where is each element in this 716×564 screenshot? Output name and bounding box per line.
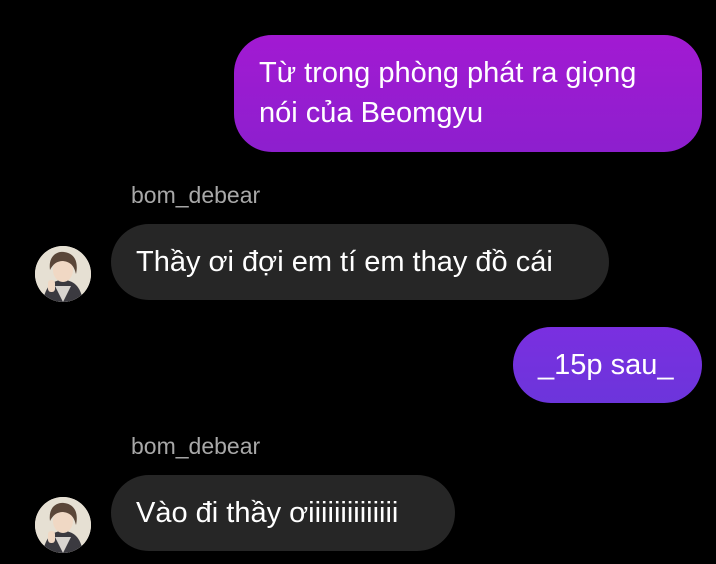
profile-photo-icon: [35, 497, 91, 553]
sender-username[interactable]: bom_debear: [131, 432, 260, 460]
profile-photo-icon: [35, 246, 91, 302]
avatar[interactable]: [35, 497, 91, 553]
sender-username[interactable]: bom_debear: [131, 181, 260, 209]
avatar[interactable]: [35, 246, 91, 302]
message-text: _15p sau_: [538, 349, 674, 381]
message-text: Từ trong phòng phát ra giọng nói của Beo…: [259, 57, 637, 129]
message-text: Vào đi thầy ơiiiiiiiiiiiiii: [136, 497, 399, 529]
message-bubble-outgoing[interactable]: Từ trong phòng phát ra giọng nói của Beo…: [234, 35, 702, 152]
message-bubble-incoming[interactable]: Thầy ơi đợi em tí em thay đồ cái: [111, 224, 609, 300]
message-bubble-incoming[interactable]: Vào đi thầy ơiiiiiiiiiiiiii: [111, 475, 455, 551]
message-bubble-outgoing[interactable]: _15p sau_: [513, 327, 702, 403]
message-text: Thầy ơi đợi em tí em thay đồ cái: [136, 246, 553, 278]
